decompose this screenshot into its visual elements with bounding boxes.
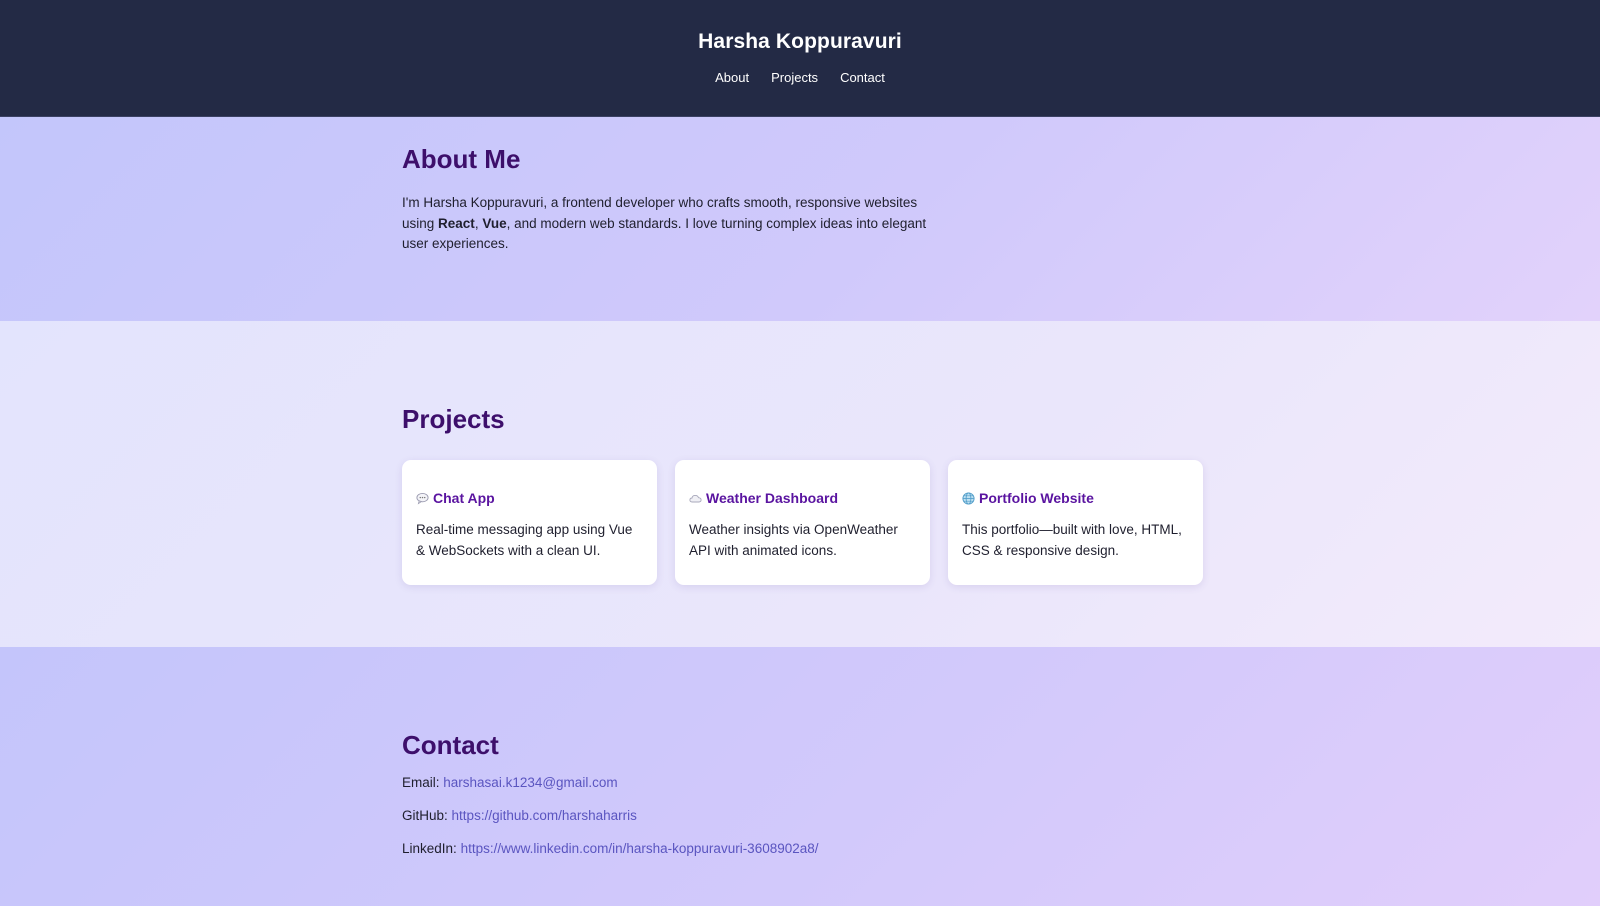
project-card-description: Weather insights via OpenWeather API wit… xyxy=(689,522,898,558)
project-card-chat-app: Chat App Real-time messaging app using V… xyxy=(402,460,657,585)
contact-heading: Contact xyxy=(402,730,499,760)
contact-row-linkedin: LinkedIn: https://www.linkedin.com/in/ha… xyxy=(402,839,1214,872)
project-card-description: Real-time messaging app using Vue & WebS… xyxy=(416,522,633,558)
about-text-vue: Vue xyxy=(482,215,507,231)
speech-bubble-icon xyxy=(416,492,429,505)
main-nav: About Projects Contact xyxy=(0,70,1600,85)
site-header: Harsha Koppuravuri About Projects Contac… xyxy=(0,0,1600,117)
contact-list: Email: harshasai.k1234@gmail.com GitHub:… xyxy=(402,773,1214,872)
cloud-icon xyxy=(689,492,702,505)
github-label: GitHub: xyxy=(402,808,448,823)
contact-row-email: Email: harshasai.k1234@gmail.com xyxy=(402,773,1214,806)
projects-section: Projects Chat App Real-time messaging ap… xyxy=(0,321,1600,647)
nav-link-about[interactable]: About xyxy=(715,70,749,85)
contact-section: Contact Email: harshasai.k1234@gmail.com… xyxy=(0,647,1600,906)
globe-icon xyxy=(962,491,975,505)
site-title: Harsha Koppuravuri xyxy=(698,30,902,53)
projects-heading: Projects xyxy=(402,404,505,434)
email-label: Email: xyxy=(402,775,440,790)
project-card-title-text: Portfolio Website xyxy=(979,490,1094,506)
about-text: I'm Harsha Koppuravuri, a frontend devel… xyxy=(402,193,942,255)
project-card-title: Portfolio Website xyxy=(962,490,1189,506)
project-card-portfolio-website: Portfolio Website This portfolio—built w… xyxy=(948,460,1203,585)
project-card-title-text: Chat App xyxy=(433,490,495,506)
about-heading: About Me xyxy=(402,144,521,174)
github-link[interactable]: https://github.com/harshaharris xyxy=(452,808,637,823)
project-card-title: Weather Dashboard xyxy=(689,490,916,506)
linkedin-link[interactable]: https://www.linkedin.com/in/harsha-koppu… xyxy=(461,841,819,856)
email-link[interactable]: harshasai.k1234@gmail.com xyxy=(443,775,617,790)
linkedin-label: LinkedIn: xyxy=(402,841,457,856)
project-card-title: Chat App xyxy=(416,490,643,506)
project-card-weather-dashboard: Weather Dashboard Weather insights via O… xyxy=(675,460,930,585)
about-section: About Me I'm Harsha Koppuravuri, a front… xyxy=(0,117,1600,321)
nav-link-projects[interactable]: Projects xyxy=(771,70,818,85)
about-text-react: React xyxy=(438,215,475,231)
nav-link-contact[interactable]: Contact xyxy=(840,70,885,85)
project-card-title-text: Weather Dashboard xyxy=(706,490,838,506)
project-card-description: This portfolio—built with love, HTML, CS… xyxy=(962,522,1182,558)
contact-row-github: GitHub: https://github.com/harshaharris xyxy=(402,806,1214,839)
project-cards: Chat App Real-time messaging app using V… xyxy=(402,460,1214,585)
